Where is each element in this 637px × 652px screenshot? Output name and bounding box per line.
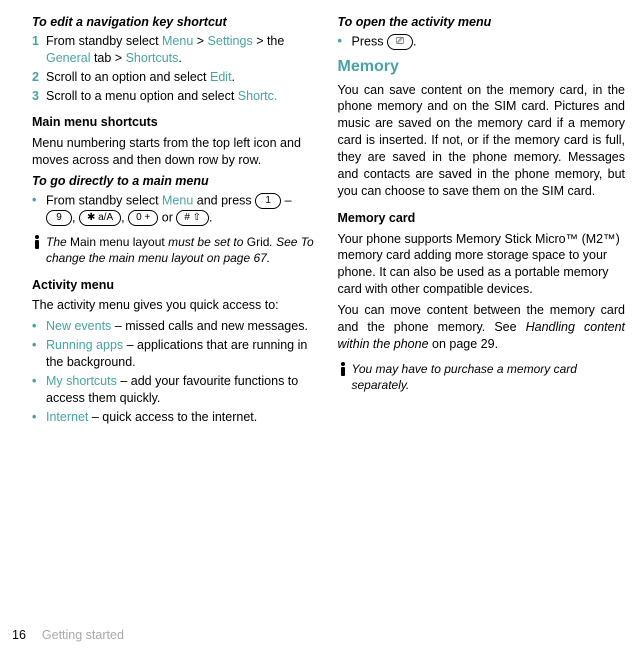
text: Grid [247, 235, 270, 249]
heading-edit-nav-shortcut: To edit a navigation key shortcut [32, 14, 320, 31]
text: , [72, 210, 79, 224]
para-memory-card-2: You can move content between the memory … [338, 302, 626, 353]
open-activity-step: • Press ⎚. [338, 33, 626, 50]
page-footer: 16 Getting started [12, 627, 124, 644]
list-item: • Running apps – applications that are r… [32, 337, 320, 371]
step-1: 1 From standby select Menu > Settings > … [32, 33, 320, 67]
text: From standby select [46, 34, 162, 48]
note-text: You may have to purchase a memory card s… [352, 361, 626, 393]
heading-memory: Memory [338, 56, 626, 78]
info-icon [32, 235, 46, 249]
note-text: The Main menu layout must be set to Grid… [46, 234, 320, 266]
link-settings: Settings [208, 34, 253, 48]
key-9-icon: 9 [46, 210, 72, 226]
link-edit: Edit [210, 70, 232, 84]
para-main-menu-shortcuts: Menu numbering starts from the top left … [32, 135, 320, 169]
bullet-icon: • [32, 337, 46, 371]
text: . [232, 70, 235, 84]
right-column: To open the activity menu • Press ⎚. Mem… [338, 10, 626, 428]
step-body: From standby select Menu and press 1 – 9… [46, 192, 320, 226]
heading-memory-card: Memory card [338, 210, 626, 227]
activity-bullets: • New events – missed calls and new mess… [32, 318, 320, 425]
bullet-icon: • [32, 373, 46, 407]
text: on page 29. [429, 337, 499, 351]
step-number: 1 [32, 33, 46, 67]
text: , [121, 210, 128, 224]
key-0-icon: 0 + [128, 210, 158, 226]
bullet-body: My shortcuts – add your favourite functi… [46, 373, 320, 407]
section-name: Getting started [42, 628, 124, 642]
note-purchase-memory-card: You may have to purchase a memory card s… [338, 361, 626, 393]
text: and press [193, 193, 255, 207]
text: . [209, 210, 212, 224]
left-column: To edit a navigation key shortcut 1 From… [32, 10, 320, 428]
go-direct-step: • From standby select Menu and press 1 –… [32, 192, 320, 226]
text: – quick access to the internet. [88, 410, 257, 424]
bullet-icon: • [32, 318, 46, 335]
text: – missed calls and new messages. [111, 319, 308, 333]
label-running-apps: Running apps [46, 338, 123, 352]
link-general: General [46, 51, 90, 65]
step-3: 3 Scroll to a menu option and select Sho… [32, 88, 320, 105]
list-item: • New events – missed calls and new mess… [32, 318, 320, 335]
para-memory-card-1: Your phone supports Memory Stick Micro™ … [338, 231, 626, 299]
label-internet: Internet [46, 410, 88, 424]
text: > the [253, 34, 285, 48]
link-menu: Menu [162, 193, 193, 207]
text: – [281, 193, 291, 207]
bullet-body: New events – missed calls and new messag… [46, 318, 320, 335]
bullet-body: Internet – quick access to the internet. [46, 409, 320, 426]
text: must be set to [165, 235, 247, 249]
step-2: 2 Scroll to an option and select Edit. [32, 69, 320, 86]
key-hash-icon: # ⇧ [176, 210, 209, 226]
step-number: 2 [32, 69, 46, 86]
step-body: Scroll to a menu option and select Short… [46, 88, 320, 105]
link-menu: Menu [162, 34, 193, 48]
text: Press [352, 34, 387, 48]
text: . [178, 51, 181, 65]
bullet-body: Running apps – applications that are run… [46, 337, 320, 371]
key-activity-icon: ⎚ [387, 34, 413, 50]
heading-activity-menu: Activity menu [32, 277, 320, 294]
step-body: Press ⎚. [352, 33, 626, 50]
page-number: 16 [12, 628, 26, 642]
note-main-menu-layout: The Main menu layout must be set to Grid… [32, 234, 320, 266]
label-new-events: New events [46, 319, 111, 333]
text: The [46, 235, 70, 249]
text: or [158, 210, 176, 224]
text: Scroll to a menu option and select [46, 89, 238, 103]
step-body: Scroll to an option and select Edit. [46, 69, 320, 86]
bullet-icon: • [32, 192, 46, 226]
info-icon [338, 362, 352, 376]
link-shortcuts: Shortcuts [126, 51, 179, 65]
text: From standby select [46, 193, 162, 207]
text: > [193, 34, 207, 48]
list-item: • My shortcuts – add your favourite func… [32, 373, 320, 407]
page-body: To edit a navigation key shortcut 1 From… [0, 0, 637, 428]
text: Main menu layout [70, 235, 165, 249]
para-activity-menu: The activity menu gives you quick access… [32, 297, 320, 314]
key-1-icon: 1 [255, 193, 281, 209]
text: . [413, 34, 416, 48]
heading-go-directly: To go directly to a main menu [32, 173, 320, 190]
heading-main-menu-shortcuts: Main menu shortcuts [32, 114, 320, 131]
bullet-icon: • [338, 33, 352, 50]
label-my-shortcuts: My shortcuts [46, 374, 117, 388]
step-number: 3 [32, 88, 46, 105]
bullet-icon: • [32, 409, 46, 426]
heading-open-activity-menu: To open the activity menu [338, 14, 626, 31]
key-star-icon: ✱ a/A [79, 210, 121, 226]
text: Scroll to an option and select [46, 70, 210, 84]
text: tab > [90, 51, 125, 65]
step-body: From standby select Menu > Settings > th… [46, 33, 320, 67]
list-item: • Internet – quick access to the interne… [32, 409, 320, 426]
link-shortc: Shortc. [238, 89, 278, 103]
para-memory: You can save content on the memory card,… [338, 82, 626, 200]
